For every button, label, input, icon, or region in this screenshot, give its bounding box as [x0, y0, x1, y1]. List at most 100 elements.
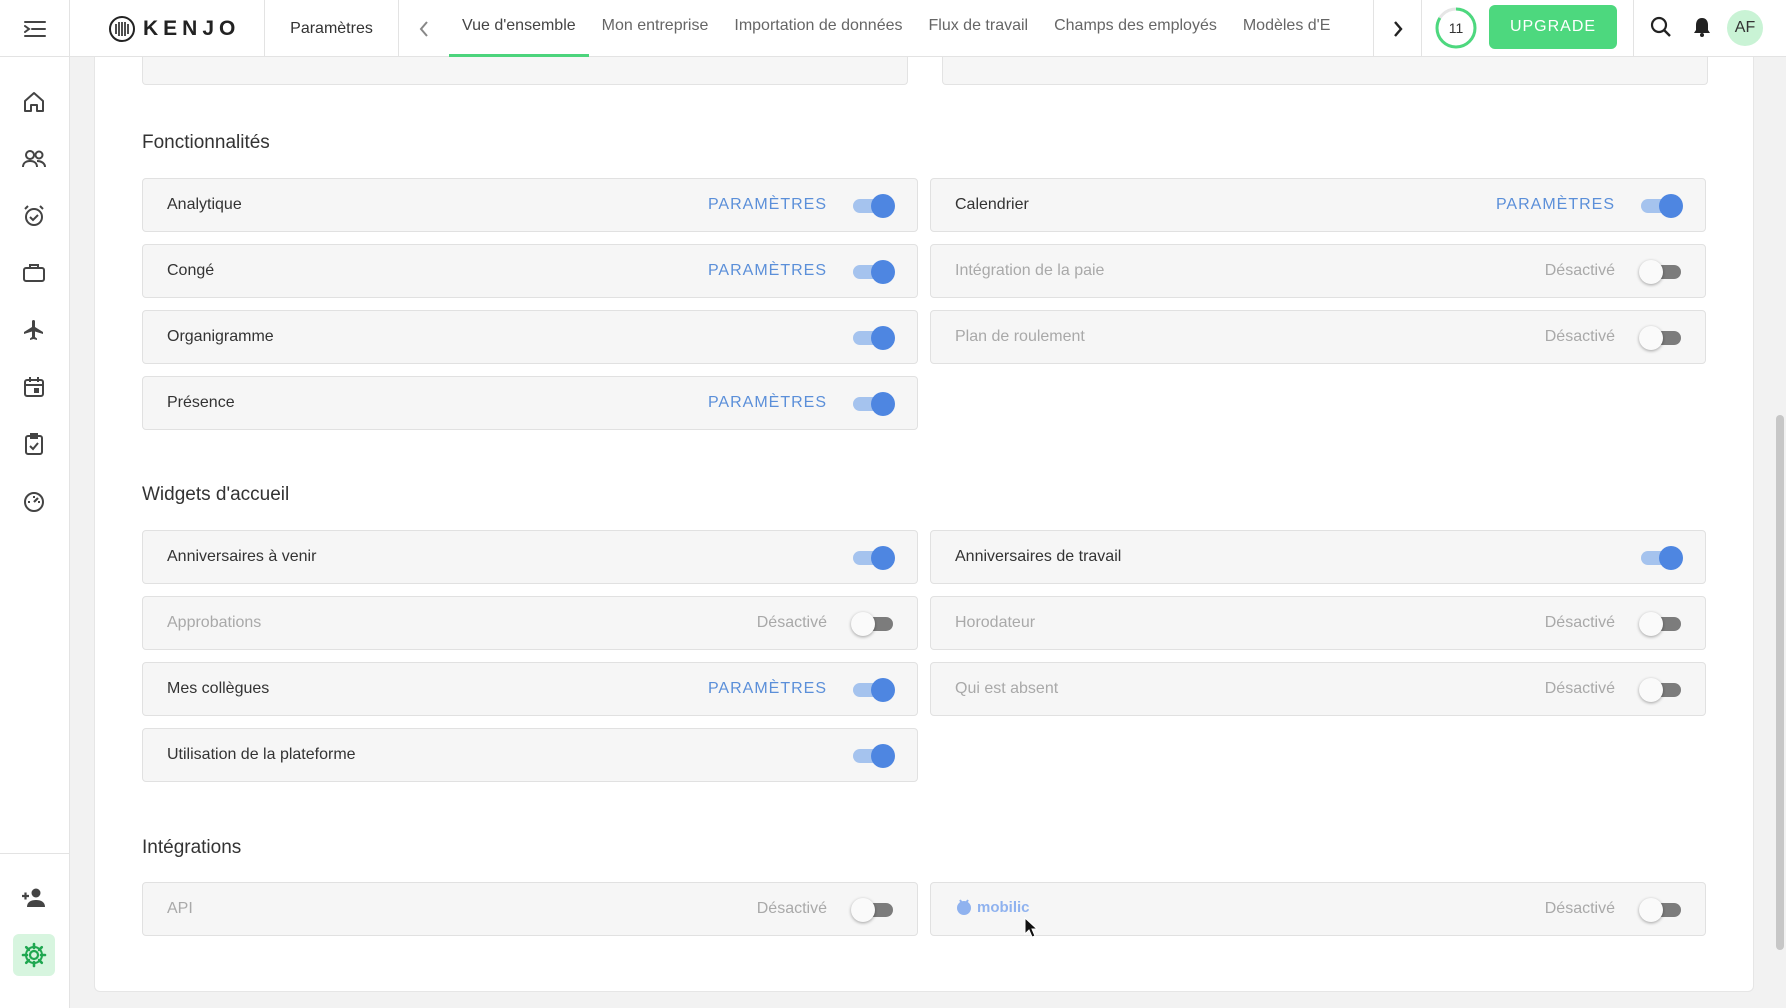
sidebar-item-performance[interactable]	[13, 480, 55, 522]
card-stub-left	[142, 57, 908, 85]
alarm-clock-icon	[24, 205, 44, 226]
widget-label: Mes collègues	[167, 680, 270, 697]
tab-employee-fields[interactable]: Champs des employés	[1041, 0, 1230, 57]
search-icon	[1650, 16, 1671, 37]
widget-card-work-anniversaries: Anniversaires de travail	[930, 530, 1706, 584]
tab-workflows[interactable]: Flux de travail	[916, 0, 1042, 57]
feature-card-analytics: Analytique PARAMÈTRES	[142, 178, 918, 232]
bell-icon	[1694, 18, 1710, 37]
kenjo-logo[interactable]: KENJO	[70, 0, 265, 57]
mouse-cursor-icon	[1024, 917, 1038, 938]
sidebar-item-settings[interactable]	[13, 934, 55, 976]
status-disabled: Désactivé	[1544, 328, 1615, 345]
widget-card-platform-usage: Utilisation de la plateforme	[142, 728, 918, 782]
widget-toggle[interactable]	[1641, 546, 1683, 570]
feature-label: Présence	[167, 394, 235, 411]
widget-label: Approbations	[167, 614, 262, 631]
widget-label: Anniversaires à venir	[167, 548, 317, 565]
calendar-icon	[24, 377, 44, 397]
feature-card-org-chart: Organigramme	[142, 310, 918, 364]
home-icon	[24, 92, 44, 112]
mobilic-logo-text: mobilic	[977, 898, 1030, 916]
settings-link[interactable]: PARAMÈTRES	[708, 377, 827, 429]
feature-card-calendar: Calendrier PARAMÈTRES	[930, 178, 1706, 232]
widget-card-who-is-away: Qui est absent Désactivé	[930, 662, 1706, 716]
section-title-integrations: Intégrations	[142, 837, 242, 858]
settings-link[interactable]: PARAMÈTRES	[1496, 179, 1615, 231]
sidebar-item-calendar[interactable]	[13, 366, 55, 408]
sidebar-item-add-employee[interactable]	[13, 877, 55, 919]
kenjo-logo-icon	[109, 15, 135, 42]
sidebar-divider	[0, 853, 70, 854]
feature-label: Congé	[167, 262, 215, 279]
checklist-icon	[25, 433, 43, 455]
settings-tabs: Vue d'ensemble Mon entreprise Importation …	[449, 0, 1373, 57]
feature-toggle[interactable]	[853, 326, 895, 350]
widget-label: Horodateur	[955, 614, 1036, 631]
tab-my-company[interactable]: Mon entreprise	[589, 0, 722, 57]
widget-toggle[interactable]	[851, 612, 893, 636]
feature-label: Plan de roulement	[955, 328, 1085, 345]
notifications-button[interactable]	[1687, 10, 1717, 44]
menu-collapse-icon	[23, 20, 46, 37]
widget-toggle[interactable]	[853, 546, 895, 570]
tab-overview[interactable]: Vue d'ensemble	[449, 0, 589, 57]
sidebar-item-people[interactable]	[13, 138, 55, 180]
sidebar-item-attendance[interactable]	[13, 195, 55, 237]
widget-card-approvals: Approbations Désactivé	[142, 596, 918, 650]
tabs-prev-button[interactable]	[399, 0, 449, 57]
feature-toggle[interactable]	[1639, 260, 1681, 284]
sidebar-item-time-off[interactable]	[13, 309, 55, 351]
breadcrumb-settings[interactable]: Paramètres	[265, 0, 399, 57]
sidebar	[0, 57, 70, 1008]
feature-label: Intégration de la paie	[955, 262, 1105, 279]
feature-label: Organigramme	[167, 328, 274, 345]
chevron-right-icon	[1393, 20, 1403, 37]
tab-data-import[interactable]: Importation de données	[721, 0, 915, 57]
airplane-icon	[24, 320, 43, 340]
status-disabled: Désactivé	[1544, 262, 1615, 279]
upgrade-button[interactable]: UPGRADE	[1489, 5, 1617, 49]
tabs-next-button[interactable]	[1373, 0, 1422, 57]
sidebar-item-tasks[interactable]	[13, 423, 55, 465]
menu-collapse-button[interactable]	[0, 0, 70, 57]
settings-link[interactable]: PARAMÈTRES	[708, 245, 827, 297]
search-button[interactable]	[1646, 10, 1676, 44]
widget-toggle[interactable]	[1639, 678, 1681, 702]
add-person-icon	[22, 888, 45, 907]
integration-label: API	[167, 900, 193, 917]
progress-value: 11	[1448, 20, 1464, 36]
widget-toggle[interactable]	[853, 744, 895, 768]
section-title-widgets: Widgets d'accueil	[142, 484, 290, 505]
page-scrollbar[interactable]	[1776, 415, 1784, 950]
card-stub-right	[942, 57, 1708, 85]
gear-icon	[21, 942, 47, 968]
onboarding-progress[interactable]: 11	[1434, 6, 1478, 50]
header-divider	[1633, 0, 1634, 57]
feature-toggle[interactable]	[1641, 194, 1683, 218]
top-bar: KENJO Paramètres Vue d'ensemble Mon entre…	[0, 0, 1786, 57]
widget-label: Anniversaires de travail	[955, 548, 1122, 565]
logo-text: KENJO	[143, 16, 241, 40]
status-disabled: Désactivé	[1544, 680, 1615, 697]
user-avatar[interactable]: AF	[1727, 10, 1763, 46]
integration-toggle[interactable]	[1639, 898, 1681, 922]
chevron-left-icon	[419, 20, 428, 37]
integration-card-api: API Désactivé	[142, 882, 918, 936]
widget-toggle[interactable]	[853, 678, 895, 702]
widget-card-colleagues: Mes collègues PARAMÈTRES	[142, 662, 918, 716]
sidebar-item-recruiting[interactable]	[13, 252, 55, 294]
integration-card-mobilic: mobilic Désactivé	[930, 882, 1706, 936]
feature-toggle[interactable]	[853, 260, 895, 284]
settings-link[interactable]: PARAMÈTRES	[708, 663, 827, 715]
sidebar-item-home[interactable]	[13, 81, 55, 123]
tab-templates[interactable]: Modèles d'E	[1230, 0, 1344, 57]
settings-link[interactable]: PARAMÈTRES	[708, 179, 827, 231]
status-disabled: Désactivé	[1544, 900, 1615, 917]
feature-toggle[interactable]	[1639, 326, 1681, 350]
feature-toggle[interactable]	[853, 194, 895, 218]
integration-toggle[interactable]	[851, 898, 893, 922]
widget-card-time-clock: Horodateur Désactivé	[930, 596, 1706, 650]
widget-toggle[interactable]	[1639, 612, 1681, 636]
feature-toggle[interactable]	[853, 392, 895, 416]
